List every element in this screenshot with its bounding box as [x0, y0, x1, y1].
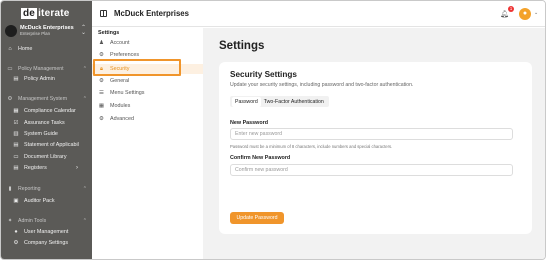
gear-icon: ⚙ — [99, 78, 104, 84]
card-title: Security Settings — [230, 70, 297, 79]
chevron-down-icon[interactable]: ⌄ — [534, 10, 538, 16]
sidebar-item-label: Assurance Tasks — [24, 120, 65, 126]
logo-text: iterate — [38, 7, 70, 19]
chart-icon: ▮ — [8, 186, 12, 192]
notification-badge: 1 — [508, 6, 514, 12]
section-label: Policy Management — [18, 66, 64, 72]
grid-icon: ▦ — [98, 103, 105, 109]
sidebar-section-admin[interactable]: ✦ Admin Tools ⌃ — [7, 218, 87, 224]
settings-nav-title: Settings — [98, 30, 120, 36]
document-icon: ▤ — [13, 142, 19, 148]
user-icon: ♟ — [99, 40, 104, 46]
settings-nav-advanced[interactable]: ⚙ Advanced — [98, 114, 198, 124]
library-icon: ▭ — [13, 154, 19, 160]
sidebar-item-label: Statement of Applicabil — [24, 142, 79, 148]
new-password-label: New Password — [230, 120, 269, 126]
chevron-up-icon: ⌃ — [82, 186, 87, 192]
sidebar: de iterate McDuck Enterprises Enterprise… — [1, 1, 92, 259]
settings-nav-label: General — [110, 78, 130, 84]
password-hint: Password must be a minimum of 8 characte… — [230, 144, 393, 149]
checklist-icon: ☑ — [13, 120, 19, 126]
sidebar-item-statement-of-applicability[interactable]: ▤ Statement of Applicabil — [1, 140, 92, 150]
settings-nav-label: Modules — [110, 103, 131, 109]
settings-nav-general[interactable]: ⚙ General — [98, 76, 198, 86]
section-label: Management System — [18, 96, 68, 102]
settings-nav-label: Account — [110, 40, 130, 46]
settings-nav-label: Menu Settings — [110, 90, 145, 96]
sidebar-item-compliance-calendar[interactable]: ▦ Compliance Calendar — [1, 106, 92, 116]
section-label: Admin Tools — [18, 218, 47, 224]
sidebar-item-label: Policy Admin — [24, 76, 55, 82]
sidebar-item-user-management[interactable]: ● User Management — [1, 227, 92, 237]
sidebar-item-auditor-pack[interactable]: ▣ Auditor Pack — [1, 196, 92, 206]
sidebar-item-assurance-tasks[interactable]: ☑ Assurance Tasks — [1, 118, 92, 128]
gear-icon: ⚙ — [99, 116, 104, 122]
org-switcher[interactable]: McDuck Enterprises Enterprise Plan ⌃ ⌄ — [5, 23, 89, 39]
gear-icon: ⚙ — [99, 52, 104, 58]
package-icon: ▣ — [13, 198, 19, 204]
main-content: Settings Security Settings Update your s… — [203, 28, 545, 259]
book-icon: ▥ — [13, 131, 19, 137]
sidebar-item-label: Compliance Calendar — [24, 108, 76, 114]
security-settings-card: Security Settings Update your security s… — [219, 62, 532, 234]
settings-icon: ⚙ — [13, 240, 19, 246]
update-password-button[interactable]: Update Password — [230, 212, 284, 224]
file-icon: ▤ — [13, 76, 19, 82]
highlight-annotation — [93, 59, 181, 76]
sidebar-item-label: Home — [18, 46, 33, 52]
top-bar: McDuck Enterprises 🔔︎ 1 ● ⌄ — [92, 1, 545, 27]
sidebar-toggle-icon[interactable] — [100, 10, 107, 17]
register-icon: ▤ — [13, 165, 19, 171]
sidebar-item-label: Company Settings — [24, 240, 69, 246]
tools-icon: ✦ — [7, 218, 13, 224]
calendar-icon: ▦ — [13, 108, 19, 114]
settings-nav-label: Advanced — [110, 116, 134, 122]
chevron-right-icon: › — [76, 165, 78, 171]
sidebar-item-home[interactable]: ⌂ Home — [1, 44, 92, 54]
chevron-up-icon: ⌃ — [82, 66, 87, 72]
logo-mark: de — [21, 7, 38, 19]
chevron-up-icon: ⌃ — [82, 96, 87, 102]
sidebar-section-management[interactable]: ⚙ Management System ⌃ — [7, 96, 87, 102]
org-avatar — [5, 25, 17, 37]
sidebar-item-label: Registers — [24, 165, 47, 171]
menu-icon: ☰ — [99, 90, 104, 96]
sidebar-section-policy[interactable]: ▭ Policy Management ⌃ — [7, 66, 87, 72]
header-org-name: McDuck Enterprises — [114, 9, 189, 18]
settings-nav-account[interactable]: ♟ Account — [98, 38, 198, 48]
sidebar-item-label: User Management — [24, 229, 69, 235]
confirm-password-label: Confirm New Password — [230, 155, 291, 161]
settings-nav-modules[interactable]: ▦ Modules — [98, 101, 198, 111]
chevron-up-icon: ⌃ — [82, 218, 87, 224]
home-icon: ⌂ — [8, 46, 12, 52]
page-title: Settings — [219, 40, 265, 52]
tab-password[interactable]: Password — [232, 96, 261, 107]
sidebar-item-system-guide[interactable]: ▥ System Guide — [1, 129, 92, 139]
sidebar-item-label: System Guide — [24, 131, 58, 137]
bell-icon[interactable]: 🔔︎ — [500, 10, 509, 18]
sidebar-item-label: Document Library — [24, 154, 67, 160]
sidebar-section-reporting[interactable]: ▮ Reporting ⌃ — [7, 186, 87, 192]
new-password-input[interactable] — [230, 128, 513, 140]
sidebar-item-policy-admin[interactable]: ▤ Policy Admin — [1, 74, 92, 84]
tab-two-factor[interactable]: Two-Factor Authentication — [261, 97, 327, 107]
sidebar-item-document-library[interactable]: ▭ Document Library — [1, 152, 92, 162]
sidebar-item-company-settings[interactable]: ⚙ Company Settings — [1, 238, 92, 248]
section-label: Reporting — [18, 186, 41, 192]
card-description: Update your security settings, including… — [230, 82, 414, 88]
folder-icon: ▭ — [7, 66, 13, 72]
settings-nav-label: Preferences — [110, 52, 140, 58]
user-avatar[interactable]: ● — [519, 8, 531, 20]
confirm-password-input[interactable] — [230, 164, 513, 176]
app-window: de iterate McDuck Enterprises Enterprise… — [0, 0, 546, 260]
settings-nav-menu-settings[interactable]: ☰ Menu Settings — [98, 88, 198, 98]
settings-icon: ⚙ — [7, 96, 13, 102]
chevron-updown-icon: ⌃ ⌄ — [80, 25, 86, 36]
sidebar-item-label: Auditor Pack — [24, 198, 55, 204]
org-plan: Enterprise Plan — [20, 31, 51, 36]
sidebar-item-registers[interactable]: ▤ Registers › — [1, 163, 92, 173]
user-icon: ● — [14, 229, 18, 235]
logo: de iterate — [1, 5, 92, 21]
tab-bar: Password Two-Factor Authentication — [230, 96, 329, 107]
